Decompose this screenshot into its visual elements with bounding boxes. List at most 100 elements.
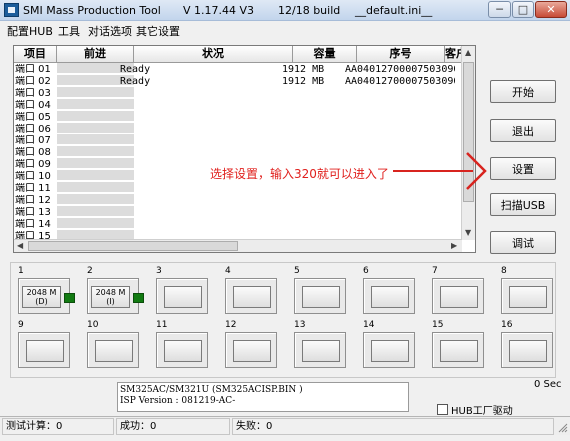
row-status-cell bbox=[120, 219, 280, 231]
port-button[interactable] bbox=[371, 286, 409, 308]
port-number: 9 bbox=[18, 320, 24, 330]
scroll-left-icon[interactable]: ◀ bbox=[17, 241, 23, 250]
status-success: 成功：0 bbox=[116, 418, 230, 435]
port-frame bbox=[87, 332, 139, 368]
port-button[interactable] bbox=[95, 340, 133, 362]
minimize-button[interactable]: ─ bbox=[488, 1, 511, 18]
row-serial-cell bbox=[345, 207, 455, 219]
close-button[interactable]: ✕ bbox=[535, 1, 567, 18]
build-label: 12/18 build bbox=[278, 4, 341, 17]
port-frame bbox=[432, 278, 484, 314]
col-header-status[interactable]: 状况 bbox=[134, 46, 293, 63]
port-status-led bbox=[133, 293, 144, 303]
port-button[interactable] bbox=[302, 340, 340, 362]
row-capacity-cell bbox=[282, 112, 346, 124]
annotation-text: 选择设置，输入320就可以进入了 bbox=[210, 167, 389, 181]
status-test-count: 测试计算：0 bbox=[2, 418, 114, 435]
port-frame bbox=[363, 332, 415, 368]
row-capacity-cell bbox=[282, 88, 346, 100]
scroll-up-icon[interactable]: ▲ bbox=[465, 48, 471, 57]
port-frame bbox=[432, 332, 484, 368]
hub-driver-checkbox[interactable] bbox=[437, 404, 448, 415]
title-bar[interactable]: SMI Mass Production Tool V 1.17.44 V3 12… bbox=[0, 0, 570, 21]
row-serial-cell bbox=[345, 100, 455, 112]
port-number: 2 bbox=[87, 266, 93, 276]
row-serial-cell bbox=[345, 112, 455, 124]
port-slot-7: 7 bbox=[432, 266, 490, 314]
port-button[interactable] bbox=[302, 286, 340, 308]
scroll-down-icon[interactable]: ▼ bbox=[465, 228, 471, 237]
port-number: 16 bbox=[501, 320, 513, 330]
port-number: 7 bbox=[432, 266, 438, 276]
row-item-cell: 端口 02 bbox=[15, 75, 51, 87]
row-serial-cell bbox=[345, 219, 455, 231]
row-item-cell: 端口 09 bbox=[15, 159, 51, 171]
port-frame bbox=[363, 278, 415, 314]
port-button[interactable] bbox=[509, 286, 547, 308]
port-slot-11: 11 bbox=[156, 320, 214, 368]
col-header-capacity[interactable]: 容量 bbox=[293, 46, 357, 63]
row-status-cell bbox=[120, 147, 280, 159]
port-button[interactable] bbox=[440, 286, 478, 308]
col-header-serial[interactable]: 序号 bbox=[357, 46, 445, 63]
exit-button[interactable]: 退出 bbox=[490, 119, 556, 142]
col-header-item[interactable]: 项目 bbox=[14, 46, 57, 63]
port-number: 4 bbox=[225, 266, 231, 276]
port-frame: 2048 M (D) bbox=[18, 278, 70, 314]
hub-driver-label: HUB工厂驱动 bbox=[451, 406, 513, 417]
port-button[interactable] bbox=[371, 340, 409, 362]
port-button[interactable] bbox=[509, 340, 547, 362]
horizontal-scrollbar[interactable]: ◀ ▶ bbox=[14, 239, 462, 252]
menu-config-hub[interactable]: 配置HUB bbox=[7, 23, 53, 39]
menu-other-settings[interactable]: 其它设置 bbox=[136, 23, 180, 39]
row-serial-cell bbox=[345, 88, 455, 100]
port-frame bbox=[294, 332, 346, 368]
port-number: 15 bbox=[432, 320, 444, 330]
row-status-cell bbox=[120, 88, 280, 100]
row-serial-cell bbox=[345, 124, 455, 136]
row-capacity-cell: 1912 MB bbox=[282, 75, 325, 87]
port-frame bbox=[501, 278, 553, 314]
settings-button[interactable]: 设置 bbox=[490, 157, 556, 180]
debug-button[interactable]: 调试 bbox=[490, 231, 556, 254]
close-icon: ✕ bbox=[546, 3, 556, 16]
row-status-cell bbox=[120, 183, 280, 195]
port-button[interactable] bbox=[233, 286, 271, 308]
row-status-cell bbox=[120, 195, 280, 207]
port-button[interactable] bbox=[164, 340, 202, 362]
port-drive-letter: (D) bbox=[35, 297, 48, 306]
row-serial-cell bbox=[345, 135, 455, 147]
port-slot-4: 4 bbox=[225, 266, 283, 314]
port-slot-10: 10 bbox=[87, 320, 145, 368]
port-button[interactable]: 2048 M (D) bbox=[22, 286, 61, 308]
resize-grip-icon[interactable] bbox=[558, 423, 568, 433]
col-header-progress[interactable]: 前进 bbox=[57, 46, 134, 63]
vertical-scrollbar[interactable]: ▲ ▼ bbox=[461, 46, 475, 240]
port-button[interactable] bbox=[164, 286, 202, 308]
port-button[interactable] bbox=[26, 340, 64, 362]
port-button[interactable]: 2048 M (I) bbox=[91, 286, 130, 308]
port-frame bbox=[225, 278, 277, 314]
port-frame bbox=[501, 332, 553, 368]
scroll-right-icon[interactable]: ▶ bbox=[451, 241, 457, 250]
menu-dialog-options[interactable]: 对话选项 bbox=[88, 23, 132, 39]
row-item-cell: 端口 05 bbox=[15, 111, 51, 123]
scan-usb-button[interactable]: 扫描USB bbox=[490, 193, 556, 216]
row-capacity-cell bbox=[282, 100, 346, 112]
row-capacity-cell bbox=[282, 124, 346, 136]
info-isp-version: ISP Version : 081219-AC- bbox=[120, 396, 236, 406]
horizontal-scroll-thumb[interactable] bbox=[28, 241, 238, 251]
window-title: SMI Mass Production Tool bbox=[23, 4, 161, 17]
start-button[interactable]: 开始 bbox=[490, 80, 556, 103]
port-number: 12 bbox=[225, 320, 237, 330]
row-serial-cell: AA040127000075030900 bbox=[345, 64, 455, 75]
port-slot-13: 13 bbox=[294, 320, 352, 368]
port-button[interactable] bbox=[440, 340, 478, 362]
elapsed-timer: 0 Sec bbox=[534, 379, 562, 390]
device-table[interactable]: 项目 前进 状况 容量 序号 客户 端口 01Ready1912 MBAA040… bbox=[13, 45, 476, 253]
port-button[interactable] bbox=[233, 340, 271, 362]
maximize-button[interactable]: □ bbox=[512, 1, 534, 18]
firmware-info-box: SM325AC/SM321U (SM325ACISP.BIN ) ISP Ver… bbox=[117, 382, 409, 412]
menu-tools[interactable]: 工具 bbox=[58, 23, 80, 39]
port-capacity: 2048 M bbox=[26, 288, 57, 297]
